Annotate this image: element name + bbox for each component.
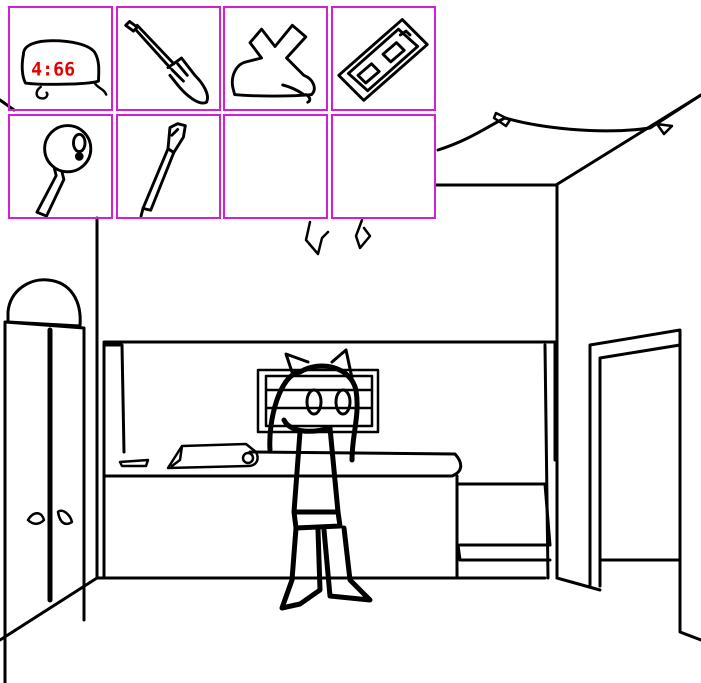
counter-side xyxy=(456,482,552,562)
right-doorway-frame xyxy=(588,328,701,642)
inventory-slot-5[interactable] xyxy=(8,114,113,219)
inventory-slot-6[interactable] xyxy=(116,114,221,219)
counter-front xyxy=(102,474,459,580)
inventory-slot-8[interactable] xyxy=(331,114,436,219)
inventory-slot-1[interactable]: 4:66 xyxy=(8,6,113,111)
inventory-slot-2[interactable] xyxy=(116,6,221,111)
character[interactable] xyxy=(267,348,373,611)
character-body xyxy=(291,425,343,531)
inventory-slot-3[interactable] xyxy=(223,6,328,111)
door-arch xyxy=(6,278,82,328)
magnifying-glass-icon xyxy=(35,124,93,217)
hanging-shard xyxy=(354,218,372,250)
clock-display: 4:66 xyxy=(31,59,75,80)
wire-clip xyxy=(655,122,674,136)
battery-pack-icon xyxy=(337,18,429,102)
crossed-tape-icon xyxy=(230,23,316,104)
empty-slot-icon xyxy=(225,116,326,217)
character-legs xyxy=(279,525,373,611)
inventory-slot-7[interactable] xyxy=(223,114,328,219)
ceiling-right-edge xyxy=(434,93,701,187)
counter-pad xyxy=(118,458,150,468)
hanging-shard xyxy=(304,220,330,256)
inventory-slot-4[interactable] xyxy=(331,6,436,111)
floor-edge xyxy=(0,576,547,642)
counter-top xyxy=(102,450,463,478)
counter-knob xyxy=(241,451,255,465)
screwdriver-icon xyxy=(124,20,209,105)
floor-right-edge xyxy=(555,576,602,592)
pen-icon xyxy=(139,122,187,217)
wall-inner-edge xyxy=(543,343,550,580)
character-eye-left xyxy=(305,388,323,416)
digital-clock-icon: 4:66 xyxy=(20,39,108,100)
empty-slot-icon xyxy=(333,116,434,217)
character-eye-right xyxy=(334,388,352,416)
